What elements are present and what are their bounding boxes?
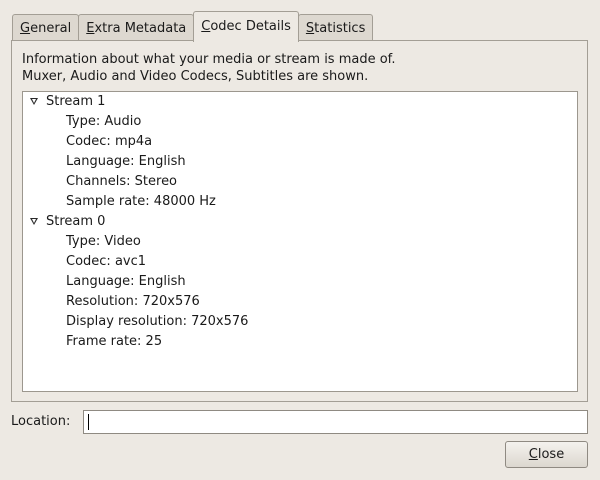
tab-extra-metadata[interactable]: Extra Metadata (78, 14, 195, 41)
tree-row-detail[interactable]: Codec: avc1 (23, 252, 577, 272)
tree-row-detail[interactable]: Language: English (23, 272, 577, 292)
close-button[interactable]: Close (505, 441, 588, 468)
expander-triangle-icon[interactable] (30, 98, 38, 105)
tab-bar: General Extra Metadata Codec Details Sta… (12, 11, 374, 42)
close-button-mnemonic: C (528, 447, 538, 462)
tab-statistics-label-rest: tatistics (314, 21, 366, 36)
location-label: Location: (11, 414, 71, 429)
expander-triangle-icon[interactable] (30, 218, 38, 225)
tab-general-label-rest: eneral (30, 21, 72, 36)
tree-row-detail[interactable]: Codec: mp4a (23, 132, 577, 152)
stream-label: Stream 1 (46, 94, 106, 109)
tree-row-detail[interactable]: Frame rate: 25 (23, 332, 577, 352)
description-line-1: Information about what your media or str… (22, 52, 396, 67)
tab-statistics-mnemonic: S (305, 21, 315, 36)
stream-label: Stream 0 (46, 214, 106, 229)
tree-row-detail[interactable]: Sample rate: 48000 Hz (23, 192, 577, 212)
tab-codec-details[interactable]: Codec Details (193, 11, 299, 42)
tab-general[interactable]: General (12, 14, 80, 41)
tab-general-mnemonic: G (20, 21, 31, 36)
tab-codec-details-label-rest: odec Details (210, 19, 291, 34)
tree-row-stream[interactable]: Stream 1 (23, 92, 577, 112)
codec-description: Information about what your media or str… (22, 51, 395, 85)
tree-row-detail[interactable]: Channels: Stereo (23, 172, 577, 192)
stream-tree-content: Stream 1 Type: Audio Codec: mp4a Language: … (23, 92, 577, 352)
text-cursor (88, 414, 89, 430)
tree-row-detail[interactable]: Type: Audio (23, 112, 577, 132)
tree-row-detail[interactable]: Resolution: 720x576 (23, 292, 577, 312)
tree-row-detail[interactable]: Type: Video (23, 232, 577, 252)
tab-statistics[interactable]: Statistics (297, 14, 374, 41)
tree-row-detail[interactable]: Display resolution: 720x576 (23, 312, 577, 332)
tab-extra-metadata-label-rest: xtra Metadata (94, 21, 187, 36)
close-button-label-rest: lose (537, 447, 565, 462)
location-input[interactable] (83, 410, 588, 434)
tree-row-stream[interactable]: Stream 0 (23, 212, 577, 232)
stream-tree-view[interactable]: Stream 1 Type: Audio Codec: mp4a Language: … (22, 91, 578, 392)
tree-row-detail[interactable]: Language: English (23, 152, 577, 172)
tab-codec-details-mnemonic: C (201, 19, 211, 34)
description-line-2: Muxer, Audio and Video Codecs, Subtitles… (22, 69, 369, 84)
